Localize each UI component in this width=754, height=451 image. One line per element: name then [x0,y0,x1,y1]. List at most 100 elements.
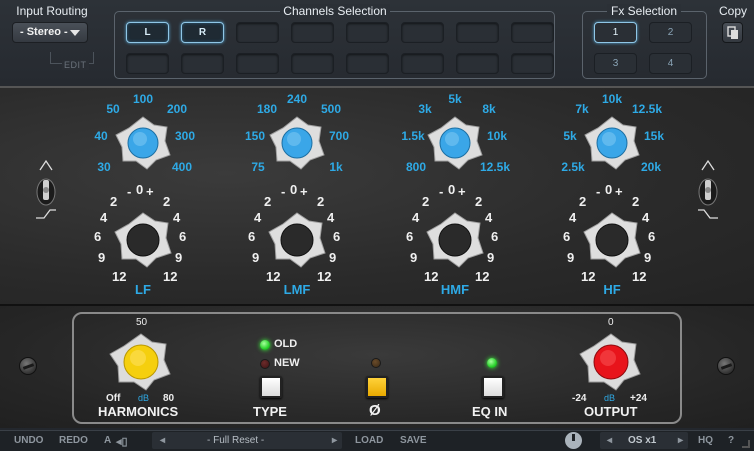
gain-scale-label: 0 [290,182,298,197]
preset-name: - Full Reset - [207,435,265,446]
eq-in-label: EQ IN [472,404,508,419]
gain-scale-label: 4 [100,210,108,225]
lmf-gain-knob[interactable] [267,211,327,269]
gain-scale-label: 9 [410,250,418,265]
band-name-label: HF [603,282,621,297]
channel-slot-button[interactable] [511,53,554,74]
gain-scale-label: 0 [605,182,613,197]
channel-slot-button[interactable] [236,22,279,43]
hf-freq-knob[interactable] [583,115,641,171]
channel-slot-button[interactable] [346,22,389,43]
gain-scale-label: 4 [569,210,577,225]
resize-handle-icon[interactable] [742,440,750,448]
help-button[interactable]: ? [728,435,734,446]
type-button[interactable] [260,376,282,398]
gain-scale-label: 2 [163,194,171,209]
hf-gain-knob[interactable] [582,211,642,269]
gain-scale-label: 2 [317,194,325,209]
shelf-curve-icon [36,159,56,219]
os-prev-icon[interactable]: ◂ [607,435,612,446]
freq-label: 3k [418,102,432,116]
lf-gain-knob[interactable] [113,211,173,269]
preset-next-icon[interactable]: ▸ [332,435,337,446]
channel-slot-button[interactable] [291,22,334,43]
save-button[interactable]: SAVE [400,435,427,446]
band-name-label: LF [135,282,151,297]
type-new-label: NEW [274,357,300,369]
high-shelf-toggle[interactable] [696,158,720,228]
freq-label: 240 [286,92,308,106]
freq-label: 180 [256,102,278,116]
lmf-freq-knob[interactable] [268,115,326,171]
gain-scale-label: 12 [163,269,178,284]
gain-scale-label: 4 [412,210,420,225]
preset-prev-icon[interactable]: ◂ [160,435,165,446]
meter-knob-icon[interactable] [565,432,582,449]
gain-scale-label: + [458,184,466,199]
freq-label: 100 [132,92,154,106]
lf-freq-knob[interactable] [114,115,172,171]
copy-button[interactable] [722,22,743,43]
ab-a-button[interactable]: A [104,435,111,446]
harmonics-knob[interactable] [106,330,176,394]
fx-4-button[interactable]: 4 [649,53,692,74]
channel-slot-button[interactable] [401,22,444,43]
undo-button[interactable]: UNDO [14,435,43,446]
channel-slot-button[interactable] [456,22,499,43]
freq-label: 300 [174,129,196,143]
ab-swap-icon[interactable]: ◂▯ [116,435,128,448]
freq-label: 150 [244,129,266,143]
freq-label: 10k [486,129,508,143]
input-routing-title: Input Routing [16,4,88,18]
new-led [260,359,270,369]
os-next-icon[interactable]: ▸ [678,435,683,446]
channel-slot-button[interactable] [401,53,444,74]
fx-2-button[interactable]: 2 [649,22,692,43]
eq-in-button[interactable] [482,376,504,398]
channel-slot-button[interactable] [291,53,334,74]
output-unit-label: dB [604,393,616,403]
gain-scale-label: 6 [179,229,187,244]
edit-button[interactable]: EDIT [62,60,89,70]
load-button[interactable]: LOAD [355,435,383,446]
input-routing-value: - Stereo - [20,26,68,38]
gain-scale-label: 0 [448,182,456,197]
freq-label: 500 [320,102,342,116]
hmf-freq-knob[interactable] [426,115,484,171]
freq-label: 12.5k [632,102,663,116]
eq-panel-edge [0,86,754,88]
channel-slot-button[interactable] [511,22,554,43]
freq-label: 400 [171,160,193,174]
screw-right [717,357,735,375]
hmf-gain-knob[interactable] [425,211,485,269]
channel-slot-button[interactable] [126,53,169,74]
freq-label: 5k [448,92,462,106]
freq-label: 40 [94,129,108,143]
gain-scale-label: 9 [567,250,575,265]
freq-label: 50 [106,102,120,116]
channel-slot-button[interactable] [236,53,279,74]
input-routing-dropdown[interactable]: - Stereo - [12,22,88,43]
channel-slot-button[interactable] [181,53,224,74]
eq-in-led [487,358,497,368]
channel-slot-button[interactable] [456,53,499,74]
gain-scale-label: 6 [94,229,102,244]
phase-button[interactable] [366,376,388,398]
redo-button[interactable]: REDO [59,435,88,446]
channel-l-button[interactable]: L [126,22,169,43]
gain-scale-label: 2 [632,194,640,209]
channel-r-button[interactable]: R [181,22,224,43]
low-shelf-toggle[interactable] [34,158,58,228]
type-label: TYPE [253,404,287,419]
hq-button[interactable]: HQ [698,435,713,446]
channel-slot-button[interactable] [346,53,389,74]
band-name-label: LMF [283,282,311,297]
screw-left [19,357,37,375]
fx-3-button[interactable]: 3 [594,53,637,74]
gain-scale-label: - [596,184,601,199]
gain-scale-label: - [439,184,444,199]
freq-label: 1.5k [401,129,425,143]
fx-1-button[interactable]: 1 [594,22,637,43]
gain-scale-label: 4 [327,210,335,225]
output-knob[interactable] [576,330,646,394]
